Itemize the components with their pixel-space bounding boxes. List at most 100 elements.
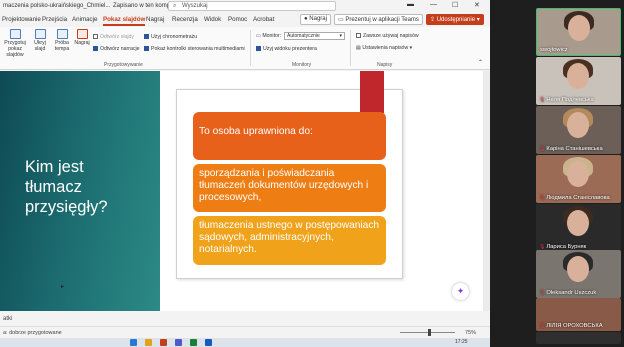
participant-name: 🎙ЛІЛІЯ ОРОХОВСЬКА: [539, 323, 603, 329]
record-button[interactable]: ● Nagraj: [300, 14, 331, 25]
checkbox-checked-icon: [93, 46, 98, 51]
rehearse-timings-label: Próba tempa: [54, 40, 70, 52]
hide-slide-button[interactable]: Ukryj slajd: [30, 29, 50, 52]
title-bar: maczenia polsko-ukraińskiego_Chmiel... Z…: [0, 0, 490, 13]
tab-acrobat[interactable]: Acrobat: [253, 16, 274, 23]
always-subtitles-check[interactable]: Zawsze używaj napisów: [356, 33, 419, 39]
search-box[interactable]: ⌕ Wyszukaj: [168, 1, 336, 11]
ribbon-tabs: Projektowanie Przejścia Animacje Pokaz s…: [0, 13, 490, 27]
group-separator: [250, 30, 251, 66]
zoom-level[interactable]: 75%: [465, 330, 476, 336]
group-label-captions: Napisy: [377, 62, 393, 68]
notes-pane[interactable]: atki: [0, 311, 490, 326]
show-media-controls-check[interactable]: Pokaż kontrolki sterowania multimediami: [144, 46, 245, 52]
teams-icon[interactable]: [175, 339, 182, 346]
subtitle-settings-label: Ustawienia napisów: [362, 45, 409, 51]
record-icon: [76, 29, 88, 39]
monitor-dropdown[interactable]: Automatycznie ▾: [284, 32, 345, 40]
participant-tile[interactable]: swojtowicz: [536, 8, 621, 56]
group-label-setup: Przygotowywanie: [104, 62, 143, 68]
close-icon[interactable]: ✕: [474, 1, 480, 9]
more-participants-button[interactable]: [536, 332, 621, 344]
play-slides-label: Odtwórz slajdy: [100, 34, 135, 40]
powerpoint-icon[interactable]: [160, 339, 167, 346]
participant-face: [567, 112, 589, 138]
start-icon[interactable]: [130, 339, 137, 346]
participant-face: [567, 161, 589, 187]
tab-widok[interactable]: Widok: [204, 16, 221, 23]
tab-recenzja[interactable]: Recenzja: [172, 16, 198, 23]
participant-face: [567, 63, 589, 89]
participant-tile[interactable]: 🎙Лариса Бурняк: [536, 204, 621, 252]
participants-panel: swojtowicz 🎙Неля Подлевська 🎙Каріна Стан…: [490, 0, 624, 347]
always-subtitles-label: Zawsze używaj napisów: [363, 33, 419, 39]
vertical-scrollbar[interactable]: [483, 71, 490, 311]
participant-name: 🎙Каріна Станішевська: [539, 146, 603, 152]
hide-slide-icon: [34, 29, 46, 39]
play-narrations-check[interactable]: Odtwórz narracje: [93, 46, 140, 52]
subtitle-settings-button[interactable]: ▤ Ustawienia napisów ▾: [356, 45, 412, 51]
rehearse-timings-button[interactable]: Próba tempa: [52, 29, 72, 52]
tab-przejscia[interactable]: Przejścia: [42, 16, 67, 23]
maximize-icon[interactable]: ☐: [452, 1, 458, 9]
clock: 17:25: [455, 339, 468, 345]
setup-slideshow-label: Przygotuj pokaz slajdów: [4, 40, 26, 58]
slideshow-setup-icon: [9, 29, 21, 39]
explorer-icon[interactable]: [145, 339, 152, 346]
setup-slideshow-button[interactable]: Przygotuj pokaz slajdów: [2, 29, 28, 58]
tab-pomoc[interactable]: Pomoc: [228, 16, 247, 23]
participant-tile[interactable]: 🎙Людмила Станіславова: [536, 155, 621, 203]
present-teams-button[interactable]: ▭ Prezentuj w aplikacji Teams: [334, 14, 423, 25]
content-box-written[interactable]: sporządzania i poświadczania tłumaczeń d…: [193, 164, 386, 212]
record-slideshow-button[interactable]: Nagraj: [73, 29, 91, 46]
excel-icon[interactable]: [190, 339, 197, 346]
mouse-cursor-icon: ▸: [61, 284, 65, 290]
tab-projektowanie[interactable]: Projektowanie: [2, 16, 41, 23]
participant-name-text: Неля Подлевська: [546, 97, 594, 103]
powerpoint-window: maczenia polsko-ukraińskiego_Chmiel... Z…: [0, 0, 490, 347]
word-icon[interactable]: [205, 339, 212, 346]
group-separator: [350, 30, 351, 66]
taskbar: 17:25: [0, 338, 490, 347]
participant-name: 🎙Неля Подлевська: [539, 97, 594, 103]
participant-tile[interactable]: 🎙Oleksandr Uszczuk: [536, 250, 621, 298]
participant-tile[interactable]: 🎙Неля Подлевська: [536, 57, 621, 105]
share-button[interactable]: ⇪ Udostępnianie ▾: [426, 14, 484, 25]
stopwatch-icon: [56, 29, 68, 39]
accessibility-status[interactable]: a: dobrze przygotowane: [3, 330, 62, 336]
checkbox-checked-icon: [144, 46, 149, 51]
record-slideshow-label: Nagraj: [74, 40, 90, 46]
participant-face: [567, 256, 589, 282]
show-media-controls-label: Pokaż kontrolki sterowania multimediami: [151, 46, 245, 52]
participant-tile[interactable]: 🎙Каріна Станішевська: [536, 106, 621, 154]
play-narrations-label: Odtwórz narracje: [100, 46, 140, 52]
copilot-icon[interactable]: ✦: [452, 283, 469, 300]
content-box-intro[interactable]: To osoba uprawniona do:: [193, 112, 386, 160]
tab-nagraj[interactable]: Nagraj: [146, 16, 164, 23]
checkbox-checked-icon: [256, 46, 261, 51]
tab-pokaz-slajdow[interactable]: Pokaz slajdów: [103, 16, 146, 26]
zoom-slider-thumb[interactable]: [428, 329, 431, 336]
play-slides-check[interactable]: Odtwórz slajdy: [93, 34, 134, 40]
slide: Kim jest tłumacz przysięgły? ▸ To osoba …: [0, 71, 490, 311]
participant-face: [568, 15, 590, 41]
slide-title[interactable]: Kim jest tłumacz przysięgły?: [25, 157, 145, 217]
search-placeholder: Wyszukaj: [182, 3, 208, 9]
use-timings-check[interactable]: Użyj chronometrażu: [144, 34, 197, 40]
hide-slide-label: Ukryj slajd: [34, 40, 46, 52]
present-teams-label: Prezentuj w aplikacji Teams: [345, 17, 419, 23]
group-label-monitors: Monitory: [292, 62, 312, 68]
presenter-view-check[interactable]: Użyj widoku prezentera: [256, 46, 317, 52]
participant-name: swojtowicz: [540, 47, 568, 53]
tab-animacje[interactable]: Animacje: [72, 16, 97, 23]
content-box-oral[interactable]: tłumaczenia ustnego w postępowaniach sąd…: [193, 216, 386, 265]
notes-label: atki: [3, 316, 13, 322]
minimize-icon[interactable]: —: [430, 1, 437, 8]
collapse-ribbon-icon[interactable]: ⌃: [478, 59, 483, 66]
participant-tile[interactable]: 🎙ЛІЛІЯ ОРОХОВСЬКА: [536, 298, 621, 331]
participant-face: [567, 210, 589, 236]
mic-off-icon: 🎙: [539, 97, 546, 103]
monitor-value: Automatycznie: [287, 33, 320, 39]
panel-spacer: [490, 0, 536, 347]
participant-name: 🎙Людмила Станіславова: [539, 195, 610, 201]
